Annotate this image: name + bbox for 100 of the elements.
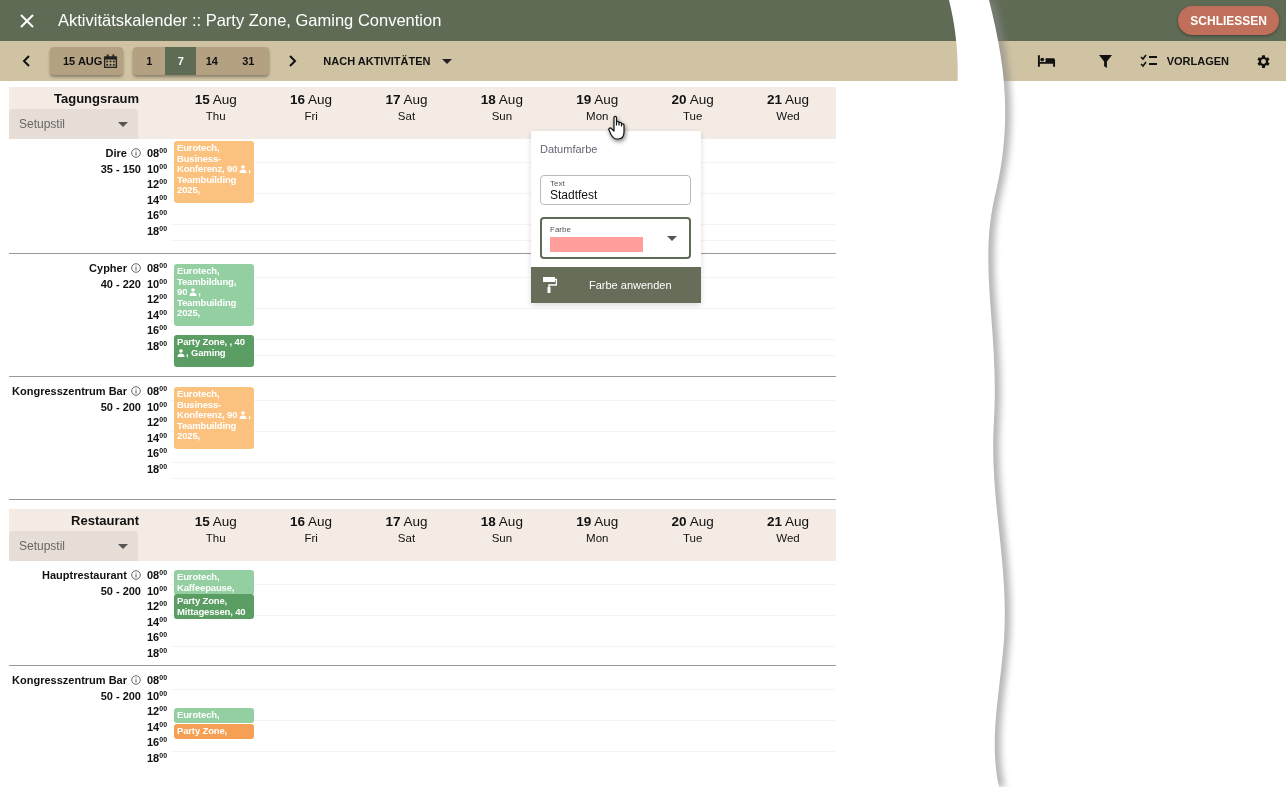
range-button[interactable]: 7 <box>165 47 197 75</box>
hour-label: 18$^{00}$ <box>147 338 169 354</box>
capacity-range: 50 - 200 <box>99 585 141 597</box>
hour-label: 12$^{00}$ <box>147 704 169 720</box>
range-button[interactable]: 31 <box>227 47 270 75</box>
day-date[interactable]: 16 Aug <box>290 92 333 107</box>
hour-label: 10$^{00}$ <box>147 161 169 177</box>
info-icon <box>131 263 141 273</box>
event-text: Teambildung, <box>177 276 237 287</box>
weekday: Thu <box>204 110 227 122</box>
info-icon <box>131 386 141 396</box>
weekday: Tue <box>681 110 704 122</box>
range-button[interactable]: 1 <box>133 47 166 75</box>
event-text: Eurotech, <box>177 266 220 277</box>
popup-title: Datumfarbe <box>539 143 599 157</box>
event-text: 2025, <box>177 185 201 196</box>
setup-dropdown[interactable]: Setupstil <box>9 109 138 139</box>
apply-color-button[interactable]: Farbe anwenden <box>531 267 701 303</box>
event-text: Teambuilding <box>177 420 237 431</box>
event-text: , <box>198 287 201 298</box>
info-icon <box>131 148 141 158</box>
day-date[interactable]: 18 Aug <box>480 514 523 529</box>
capacity-range: 35 - 150 <box>99 163 141 175</box>
hour-label: 08$^{00}$ <box>147 146 169 161</box>
caret-icon <box>118 121 128 127</box>
text-field[interactable]: Text Stadtfest <box>540 175 691 205</box>
hour-label: 08$^{00}$ <box>147 673 169 688</box>
event-text: Party Zone, , 40 <box>177 337 245 348</box>
close-icon[interactable] <box>20 13 34 28</box>
info-icon <box>131 570 141 580</box>
view-dropdown[interactable]: NACH AKTIVITÄTEN <box>323 47 453 75</box>
day-date[interactable]: 20 Aug <box>671 92 714 107</box>
event-text: Teambuilding <box>177 174 237 185</box>
caret-icon <box>667 235 677 241</box>
hour-label: 16$^{00}$ <box>147 208 169 224</box>
setup-dropdown[interactable]: Setupstil <box>9 531 138 561</box>
hour-label: 16$^{00}$ <box>147 446 169 462</box>
day-date[interactable]: 21 Aug <box>767 92 810 107</box>
hour-label: 18$^{00}$ <box>147 223 169 239</box>
weekday: Tue <box>681 532 704 544</box>
day-date[interactable]: 17 Aug <box>385 514 428 529</box>
day-date[interactable]: 15 Aug <box>194 92 237 107</box>
hour-label: 10$^{00}$ <box>147 583 169 599</box>
day-date[interactable]: 21 Aug <box>767 514 810 529</box>
event-text: Eurotech, <box>177 143 220 154</box>
hour-label: 14$^{00}$ <box>147 192 169 208</box>
close-button[interactable]: SCHLIESSEN <box>1178 6 1279 35</box>
event-text: 2025, <box>177 308 201 319</box>
hour-label: 10$^{00}$ <box>147 399 169 415</box>
weekday: Fri <box>303 532 319 544</box>
previous-icon[interactable] <box>22 55 32 67</box>
event-text: Business- <box>177 399 222 410</box>
day-date[interactable]: 19 Aug <box>576 92 619 107</box>
hour-label: 08$^{00}$ <box>147 568 169 583</box>
hour-label: 14$^{00}$ <box>147 614 169 630</box>
room-name: Dire <box>105 147 127 159</box>
bed-icon[interactable] <box>1036 55 1056 67</box>
person-icon <box>239 165 248 174</box>
hour-label: 18$^{00}$ <box>147 461 169 477</box>
hour-label: 14$^{00}$ <box>147 719 169 735</box>
hour-label: 08$^{00}$ <box>147 261 169 276</box>
weekday: Wed <box>775 110 801 122</box>
room-name: Kongresszentrum Bar <box>12 674 127 686</box>
capacity-range: 40 - 220 <box>99 278 141 290</box>
event-text: 2025, <box>177 431 201 442</box>
event-text: Eurotech, <box>177 389 220 400</box>
templates-button[interactable]: VORLAGEN <box>1139 54 1229 68</box>
room-group-title: Tagungsraum <box>53 90 139 105</box>
event-text: Party Zone, <box>177 596 228 607</box>
hour-label: 18$^{00}$ <box>147 750 169 766</box>
date-button[interactable]: 15 AUG <box>50 47 124 75</box>
day-date[interactable]: 17 Aug <box>385 92 428 107</box>
day-date[interactable]: 19 Aug <box>576 514 619 529</box>
next-icon[interactable] <box>287 55 298 67</box>
color-dropdown[interactable]: Farbe <box>540 217 691 259</box>
hour-label: 10$^{00}$ <box>147 276 169 292</box>
settings-icon[interactable] <box>1255 52 1272 70</box>
range-button[interactable]: 14 <box>196 47 228 75</box>
weekday: Wed <box>775 532 801 544</box>
event-text: Business- <box>177 153 222 164</box>
day-date[interactable]: 16 Aug <box>290 514 333 529</box>
person-icon <box>177 348 185 357</box>
day-date[interactable]: 15 Aug <box>194 514 237 529</box>
room-name: Hauptrestaurant <box>42 569 127 581</box>
weekday: Sun <box>490 110 514 122</box>
weekday: Sun <box>490 532 514 544</box>
room-name: Kongresszentrum Bar <box>12 385 127 397</box>
event-text: Eurotech, <box>177 572 220 583</box>
day-date[interactable]: 20 Aug <box>671 514 714 529</box>
event-text: , <box>248 164 251 175</box>
hour-label: 12$^{00}$ <box>147 415 169 431</box>
caret-icon <box>442 58 453 64</box>
weekday: Sat <box>396 110 417 122</box>
room-name: Cypher <box>89 262 127 274</box>
filter-icon[interactable] <box>1098 54 1112 68</box>
hour-label: 12$^{00}$ <box>147 599 169 615</box>
info-icon <box>131 675 141 685</box>
day-date[interactable]: 18 Aug <box>480 92 523 107</box>
event-text: Party Zone, <box>177 726 228 737</box>
event-text: , Gaming <box>186 347 226 358</box>
